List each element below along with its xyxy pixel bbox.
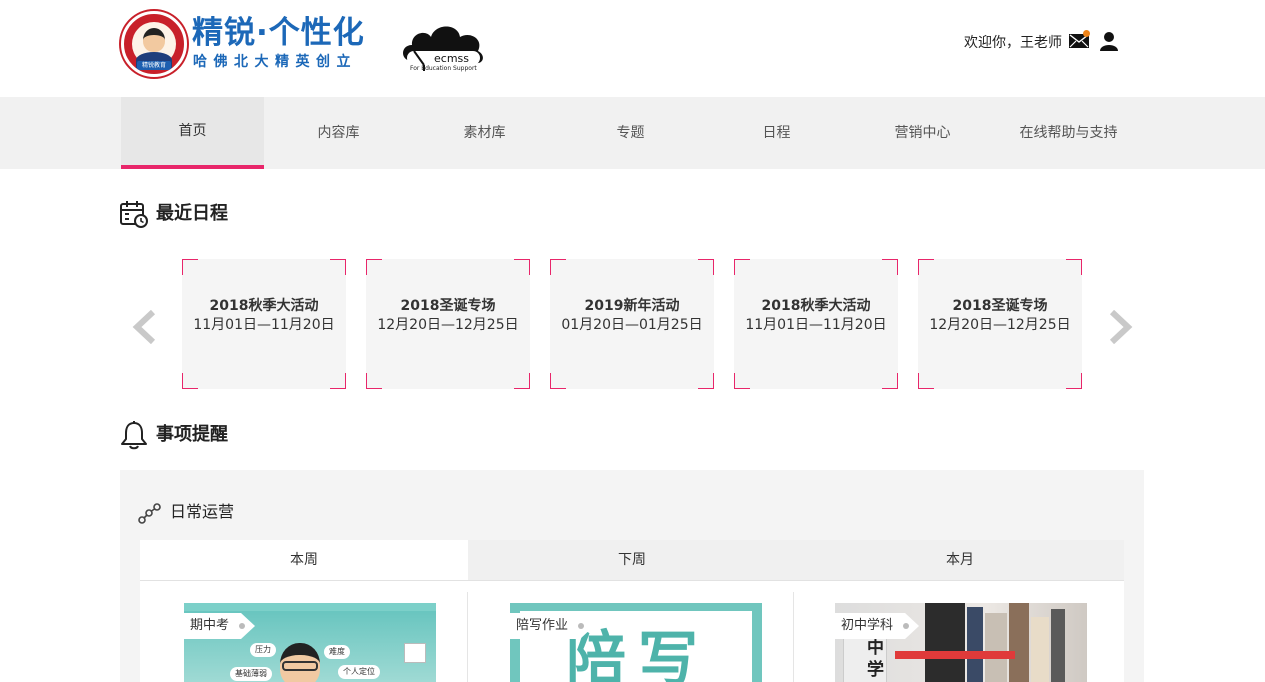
brand-subtitle: 哈佛北大精英创立 (193, 54, 357, 70)
schedule-card-name: 2018秋季大活动 (209, 298, 319, 314)
column-divider (793, 592, 794, 682)
card-corner (918, 259, 934, 275)
carousel-prev-arrow-icon[interactable] (131, 310, 157, 344)
nav-item-schedule[interactable]: 日程 (705, 97, 848, 169)
nav-item-marketing-center[interactable]: 营销中心 (851, 97, 994, 169)
schedule-card[interactable]: 2019新年活动 01月20日—01月25日 (550, 259, 714, 389)
book-title-art: 中学 (867, 638, 884, 680)
welcome-text: 欢迎你，王老师 (964, 35, 1062, 51)
item-label-text: 初中学科 (841, 618, 894, 633)
schedule-card-date: 11月01日—11月20日 (745, 317, 887, 333)
card-corner (550, 373, 566, 389)
card-corner (1066, 373, 1082, 389)
carousel-next-arrow-icon[interactable] (1108, 310, 1134, 344)
card-corner (182, 373, 198, 389)
nav-item-home[interactable]: 首页 (121, 97, 264, 169)
schedule-section-heading: 最近日程 (119, 199, 259, 229)
reminder-item-homework[interactable]: 陪写 陪写作业 (510, 603, 762, 682)
reminder-item-junior-subjects[interactable]: 中学 初中学科 (835, 603, 1087, 682)
reminders-section-heading: 事项提醒 (119, 420, 259, 450)
schedule-card[interactable]: 2018秋季大活动 11月01日—11月20日 (182, 259, 346, 389)
schedule-section-title: 最近日程 (156, 203, 228, 224)
card-corner (698, 259, 714, 275)
ecmss-logo-text: ecmss (434, 52, 469, 65)
card-corner (330, 373, 346, 389)
thought-bubble: 难度 (324, 645, 350, 659)
brand-title: 精锐·个性化 (192, 15, 365, 51)
tag-hole (578, 623, 584, 629)
schedule-card-name: 2018圣诞专场 (400, 298, 496, 314)
ecmss-tagline: For Education Support (410, 65, 477, 72)
tab-next-week[interactable]: 下周 (468, 540, 796, 580)
card-corner (734, 373, 750, 389)
card-corner (182, 259, 198, 275)
card-corner (366, 259, 382, 275)
daily-ops-heading: 日常运营 (138, 499, 258, 525)
notification-dot (1083, 30, 1090, 37)
header: 精锐教育 精锐·个性化 哈佛北大精英创立 ecmss For Education… (0, 0, 1265, 97)
nav-item-online-help[interactable]: 在线帮助与支持 (997, 97, 1140, 169)
column-divider (467, 592, 468, 682)
teacher-avatar-illustration (143, 28, 165, 52)
card-corner (1066, 259, 1082, 275)
card-corner (918, 373, 934, 389)
period-tabs: 本周 下周 本月 (140, 540, 1124, 581)
nav-item-asset-library[interactable]: 素材库 (413, 97, 556, 169)
card-corner (882, 259, 898, 275)
poster-headline: 陪写 (566, 625, 710, 682)
reminder-item-midterm[interactable]: 压力 难度 基础薄弱 个人定位 期中考 (184, 603, 436, 682)
nav-item-content-library[interactable]: 内容库 (267, 97, 410, 169)
glasses-illustration (282, 661, 318, 671)
connected-dots-icon (138, 503, 161, 524)
daily-ops-title: 日常运营 (170, 502, 235, 521)
bell-icon (121, 421, 147, 450)
item-label-tag: 陪写作业 (510, 613, 594, 639)
card-corner (366, 373, 382, 389)
card-corner (882, 373, 898, 389)
schedule-card-name: 2019新年活动 (584, 298, 680, 314)
schedule-card-name: 2018圣诞专场 (952, 298, 1048, 314)
tag-hole (239, 623, 245, 629)
card-corner (734, 259, 750, 275)
schedule-card-name: 2018秋季大活动 (761, 298, 871, 314)
thumb-strip (184, 603, 436, 611)
schedule-card-date: 11月01日—11月20日 (193, 317, 335, 333)
nav-item-topics[interactable]: 专题 (559, 97, 702, 169)
tag-hole (903, 623, 909, 629)
main-nav: 首页 内容库 素材库 专题 日程 营销中心 在线帮助与支持 (0, 97, 1265, 169)
calendar-clock-icon (120, 201, 148, 228)
tab-this-week[interactable]: 本周 (140, 540, 468, 580)
brand-badge-logo[interactable]: 精锐教育 (121, 11, 187, 77)
thought-bubble: 个人定位 (338, 665, 380, 679)
schedule-card-date: 12月20日—12月25日 (929, 317, 1071, 333)
item-label-text: 陪写作业 (516, 618, 569, 633)
card-corner (550, 259, 566, 275)
schedule-card-date: 12月20日—12月25日 (377, 317, 519, 333)
item-label-tag: 期中考 (184, 613, 255, 639)
user-icon[interactable] (1099, 31, 1119, 51)
calendar-icon (404, 643, 426, 663)
schedule-card[interactable]: 2018圣诞专场 12月20日—12月25日 (366, 259, 530, 389)
card-corner (698, 373, 714, 389)
reminders-section-title: 事项提醒 (156, 424, 228, 445)
schedule-card[interactable]: 2018圣诞专场 12月20日—12月25日 (918, 259, 1082, 389)
thought-bubble: 基础薄弱 (230, 667, 272, 681)
schedule-card[interactable]: 2018秋季大活动 11月01日—11月20日 (734, 259, 898, 389)
card-corner (514, 373, 530, 389)
card-corner (330, 259, 346, 275)
item-label-text: 期中考 (190, 618, 230, 633)
schedule-card-date: 01月20日—01月25日 (561, 317, 703, 333)
item-label-tag: 初中学科 (835, 613, 919, 639)
tab-this-month[interactable]: 本月 (796, 540, 1124, 580)
card-corner (514, 259, 530, 275)
badge-tag: 精锐教育 (137, 61, 171, 70)
thought-bubble: 压力 (250, 643, 276, 657)
